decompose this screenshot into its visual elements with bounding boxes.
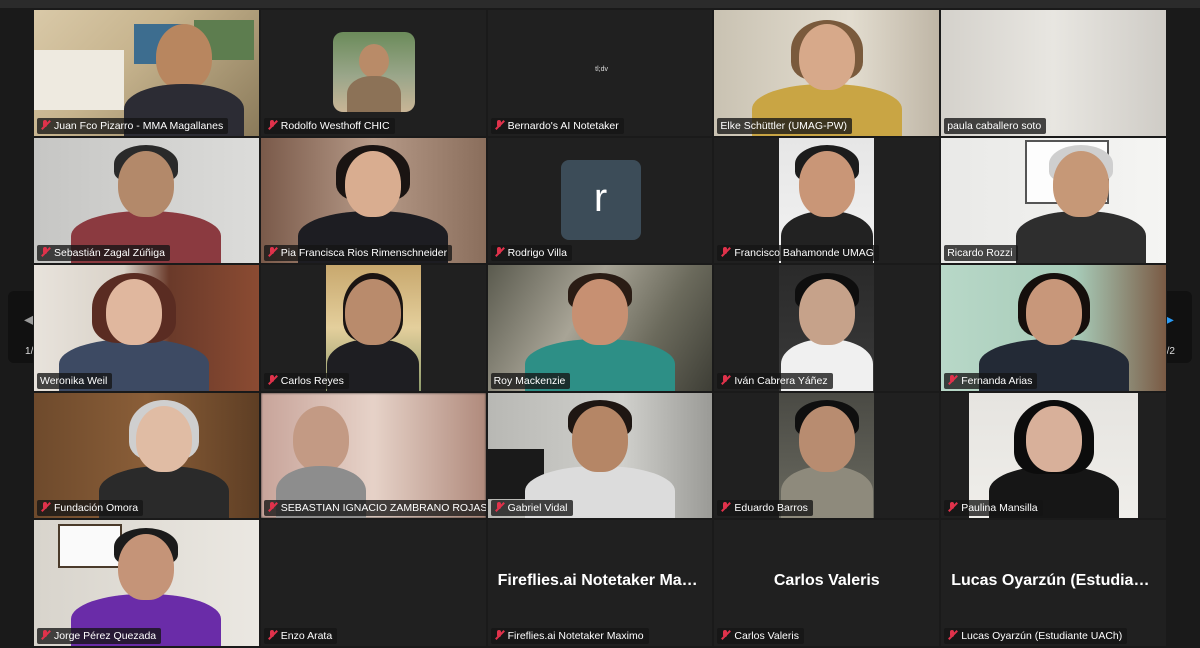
mic-muted-icon bbox=[720, 374, 730, 385]
participant-tile[interactable]: Lucas Oyarzún (Estudiant… Lucas Oyarzún … bbox=[940, 519, 1167, 647]
participant-tile[interactable]: Sebastián Zagal Zúñiga bbox=[33, 136, 260, 265]
mic-muted-icon bbox=[40, 247, 50, 257]
participant-tile[interactable]: Juan Fco Pizarro - MMA Magallanes bbox=[33, 9, 260, 137]
participant-name: Rodrigo Villa bbox=[490, 245, 572, 262]
participant-name: Elke Schüttler (UMAG-PW) bbox=[717, 117, 852, 134]
participant-name: Bernardo's AI Notetaker bbox=[490, 117, 624, 134]
participant-name: Roy Mackenzie bbox=[490, 372, 571, 389]
participant-tile[interactable]: Iván Cabrera Yáñez bbox=[713, 264, 941, 392]
participant-name: Fireflies.ai Notetaker Maximo bbox=[490, 627, 649, 644]
mic-muted-icon bbox=[40, 629, 50, 640]
participant-tile[interactable]: Francisco Bahamonde UMAG bbox=[713, 136, 941, 265]
participant-tile[interactable]: Roy Mackenzie bbox=[486, 264, 714, 392]
participant-name: Enzo Arata bbox=[263, 627, 338, 644]
mic-muted-icon bbox=[947, 502, 957, 512]
participant-tile[interactable]: Gabriel Vidal bbox=[486, 391, 714, 520]
notetaker-logo: tl;dv bbox=[595, 66, 609, 73]
mic-muted-icon bbox=[40, 119, 50, 130]
participant-name: Gabriel Vidal bbox=[490, 500, 573, 517]
mic-muted-icon bbox=[947, 374, 957, 385]
participant-name: Ricardo Rozzi bbox=[944, 245, 1018, 262]
participant-name: Pia Francisca Rios Rimenschneider bbox=[263, 245, 453, 262]
participant-name: Eduardo Barros bbox=[717, 500, 813, 517]
participant-name: Fernanda Arias bbox=[944, 372, 1038, 389]
participant-tile[interactable]: paula caballero soto bbox=[940, 9, 1167, 137]
participant-display-name: Lucas Oyarzún (Estudiant… bbox=[951, 572, 1165, 590]
participant-name: Weronika Weil bbox=[37, 372, 113, 389]
participant-name: SEBASTIAN IGNACIO ZAMBRANO ROJAS bbox=[263, 500, 486, 517]
mic-muted-icon bbox=[267, 374, 277, 385]
participant-display-name: Fireflies.ai Notetaker Maxi… bbox=[497, 572, 712, 590]
participant-name: Lucas Oyarzún (Estudiante UACh) bbox=[944, 627, 1128, 644]
participant-name: Juan Fco Pizarro - MMA Magallanes bbox=[37, 117, 229, 134]
participant-name: Carlos Valeris bbox=[717, 627, 804, 644]
participant-name: Francisco Bahamonde UMAG bbox=[717, 245, 879, 262]
avatar: r bbox=[560, 159, 641, 240]
mic-muted-icon bbox=[494, 119, 504, 130]
participant-tile[interactable]: Elke Schüttler (UMAG-PW) bbox=[713, 9, 941, 137]
mic-muted-icon bbox=[40, 502, 50, 512]
participant-tile[interactable]: Enzo Arata bbox=[259, 519, 487, 647]
participant-tile[interactable]: Ricardo Rozzi bbox=[940, 136, 1167, 265]
participant-name: paula caballero soto bbox=[944, 117, 1047, 134]
participant-tile[interactable]: Rodolfo Westhoff CHIC bbox=[259, 9, 487, 137]
participant-tile[interactable]: Carlos Reyes bbox=[259, 264, 487, 392]
participant-name: Carlos Reyes bbox=[263, 372, 349, 389]
participant-name: Jorge Pérez Quezada bbox=[37, 627, 162, 644]
mic-muted-icon bbox=[267, 629, 277, 640]
mic-muted-icon bbox=[267, 119, 277, 130]
participant-name: Rodolfo Westhoff CHIC bbox=[263, 117, 395, 134]
gallery-grid: Juan Fco Pizarro - MMA Magallanes Rodolf… bbox=[33, 9, 1167, 647]
participant-tile[interactable]: Paulina Mansilla bbox=[940, 391, 1167, 520]
mic-muted-icon bbox=[267, 502, 277, 512]
mic-muted-icon bbox=[720, 629, 730, 640]
mic-muted-icon bbox=[720, 247, 730, 257]
top-bar bbox=[0, 0, 1200, 8]
participant-tile[interactable]: tl;dv Bernardo's AI Notetaker bbox=[486, 9, 714, 137]
participant-tile[interactable]: r Rodrigo Villa bbox=[486, 136, 714, 265]
participant-name: Iván Cabrera Yáñez bbox=[717, 372, 833, 389]
participant-tile[interactable]: Eduardo Barros bbox=[713, 391, 941, 520]
participant-tile[interactable]: Fernanda Arias bbox=[940, 264, 1167, 392]
participant-name: Paulina Mansilla bbox=[944, 500, 1043, 517]
mic-muted-icon bbox=[494, 247, 504, 257]
participant-name: Fundación Omora bbox=[37, 500, 144, 517]
participant-tile[interactable]: Fundación Omora bbox=[33, 391, 260, 520]
mic-muted-icon bbox=[720, 502, 730, 512]
mic-muted-icon bbox=[267, 247, 277, 257]
participant-tile[interactable]: SEBASTIAN IGNACIO ZAMBRANO ROJAS bbox=[259, 391, 487, 520]
profile-photo bbox=[332, 32, 415, 112]
participant-tile[interactable]: Jorge Pérez Quezada bbox=[33, 519, 260, 647]
participant-tile[interactable]: Pia Francisca Rios Rimenschneider bbox=[259, 136, 487, 265]
participant-tile[interactable]: Weronika Weil bbox=[33, 264, 260, 392]
mic-muted-icon bbox=[494, 502, 504, 512]
participant-tile[interactable]: Fireflies.ai Notetaker Maxi… Fireflies.a… bbox=[486, 519, 714, 647]
participant-tile[interactable]: Carlos Valeris Carlos Valeris bbox=[713, 519, 941, 647]
mic-muted-icon bbox=[494, 629, 504, 640]
participant-display-name: Carlos Valeris bbox=[773, 572, 880, 590]
participant-name: Sebastián Zagal Zúñiga bbox=[37, 245, 170, 262]
mic-muted-icon bbox=[947, 629, 957, 640]
